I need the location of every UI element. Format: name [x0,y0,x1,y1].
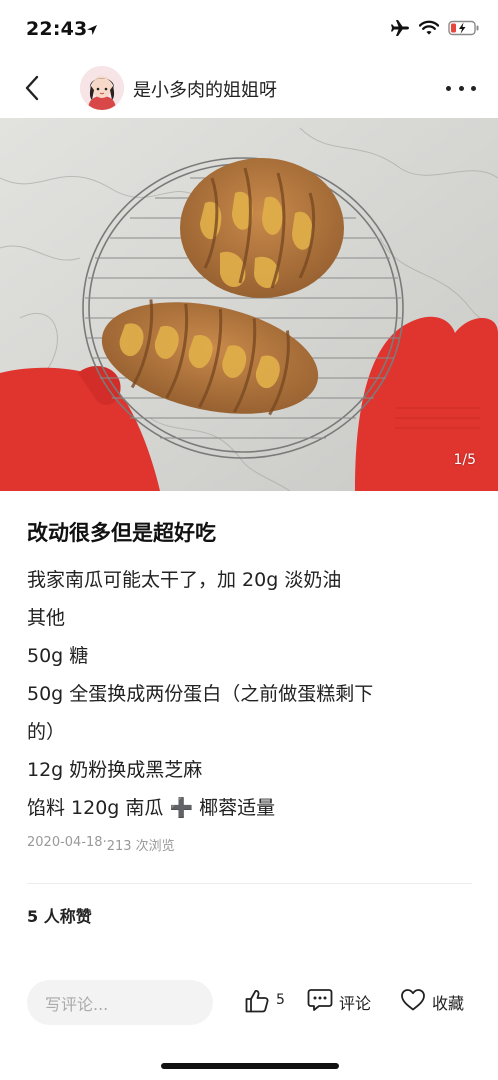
back-chevron-icon [25,75,39,101]
comment-label: 评论 [339,994,372,1013]
post-body-line: 馅料 120g 南瓜 ➕ 椰蓉适量 [27,797,276,819]
like-count: 5 [276,992,285,1008]
post-body-line: 50g 糖 [27,645,89,667]
status-icons [390,19,480,41]
comment-input[interactable]: 写评论... [27,980,213,1025]
post-body-line: 12g 奶粉换成黑芝麻 [27,759,203,781]
author-name[interactable]: 是小多肉的姐姐呀 [133,76,277,102]
nav-bar: 是小多肉的姐姐呀 [0,58,498,118]
likes-summary[interactable]: 5 人称赞 [27,903,92,927]
post-views: 213 次浏览 [106,839,175,854]
heart-icon [400,988,426,1016]
divider [27,883,472,884]
bottom-action-bar: 写评论... 5 评论 收藏 [0,978,498,1028]
bread-photo-image [0,118,498,491]
wifi-icon [418,20,440,40]
collect-label: 收藏 [432,994,465,1013]
post-body-line: 的） [27,721,66,743]
post-body-line: 50g 全蛋换成两份蛋白（之前做蛋糕剩下 [27,683,374,705]
back-button[interactable] [16,72,48,104]
post-photo[interactable]: 1/5 [0,118,498,491]
photo-page-indicator: 1/5 [453,452,476,468]
status-bar: 22:43 [0,0,498,58]
post-content: 改动很多但是超好吃 我家南瓜可能太干了，加 20g 淡奶油 其他 50g 糖 5… [27,515,477,854]
post-body-line: 我家南瓜可能太干了，加 20g 淡奶油 [27,569,342,591]
battery-low-charging-icon [448,20,480,40]
post-body: 我家南瓜可能太干了，加 20g 淡奶油 其他 50g 糖 50g 全蛋换成两份蛋… [27,561,477,827]
airplane-icon [390,19,410,41]
comment-placeholder: 写评论... [45,994,109,1014]
post-body-line: 其他 [27,607,66,629]
status-time: 22:43 [26,18,88,40]
post-meta: 2020-04-18 · 213 次浏览 [27,835,477,854]
more-dots-icon [446,85,451,91]
home-indicator[interactable] [161,1063,339,1069]
comment-button[interactable]: 评论 [307,988,371,1016]
collect-button[interactable]: 收藏 [400,988,464,1016]
thumbs-up-icon [244,988,270,1018]
author-avatar[interactable] [80,66,124,110]
location-arrow-icon [86,21,98,40]
comment-bubble-icon [307,988,333,1016]
post-title: 改动很多但是超好吃 [27,521,216,545]
post-date: 2020-04-18 [27,835,103,850]
like-button[interactable]: 5 [244,988,285,1018]
more-button[interactable] [446,78,476,98]
